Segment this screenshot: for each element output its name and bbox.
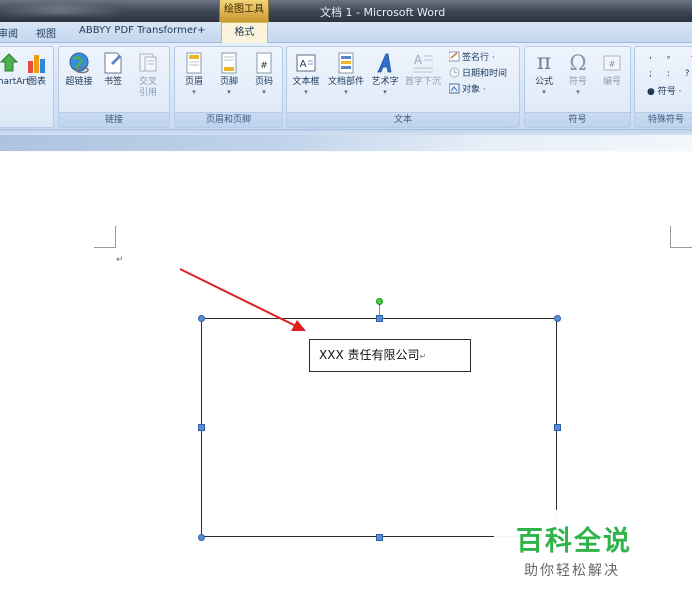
watermark-subtitle: 助你轻松解决: [524, 563, 620, 579]
word-window: 绘图工具 文档 1 - Microsoft Word 审阅 视图 ABBYY P…: [0, 0, 692, 613]
watermark-title: 百科全说: [516, 526, 632, 557]
